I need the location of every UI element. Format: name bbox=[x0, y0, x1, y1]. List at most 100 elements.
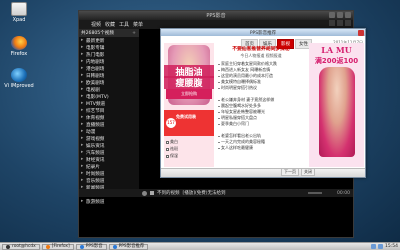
player-title: PPS影音 bbox=[206, 13, 226, 19]
ad-banner[interactable]: 157 免费试用装 bbox=[164, 110, 214, 136]
menu-item-tools[interactable]: 工具 bbox=[119, 21, 129, 28]
toolbar-button[interactable] bbox=[345, 20, 351, 26]
channel-item[interactable]: ▸ 电影专辑 bbox=[79, 44, 139, 51]
desktop-icon-xpad[interactable]: Xpad bbox=[2, 2, 36, 23]
ad-checkbox[interactable]: 祛斑 bbox=[166, 146, 178, 152]
ad-buy-button[interactable]: 立即抢购 bbox=[166, 89, 212, 99]
popup-titlebar[interactable]: PPS影音推荐 bbox=[161, 29, 365, 36]
taskbar: root@hcdx [Firefox] PPS影音 PPS影音推荐 15:54 bbox=[0, 242, 400, 250]
channel-label: 综艺节目 bbox=[86, 108, 105, 114]
menu-item-video[interactable]: 视频 bbox=[91, 21, 101, 28]
channel-label: MTV频道 bbox=[86, 101, 106, 107]
player-titlebar[interactable]: PPS影音 bbox=[79, 11, 353, 20]
channel-sidebar: 共26805个视频 + ▸ 最新更新 ▸ 电影专辑 ▸ 热门电影 ▸ 内地剧场 ▸ 港台剧场 ▸ 日韩… bbox=[79, 29, 139, 205]
terminal-icon bbox=[6, 244, 10, 249]
stop-button[interactable] bbox=[150, 191, 154, 195]
ad-left[interactable]: 抽脂油 瘦腰腹 立即抢购 157 免费试用装 美白 祛斑 保湿 bbox=[164, 43, 214, 167]
desktop-icon-vim[interactable]: Vi IMproved bbox=[2, 68, 36, 89]
channel-item[interactable]: ▸ 游戏视频 bbox=[79, 135, 139, 142]
now-playing-text: [播放](免费)无法给到 bbox=[182, 191, 226, 196]
close-button[interactable] bbox=[345, 12, 351, 18]
channel-label: 汽车频道 bbox=[86, 150, 105, 156]
news-item[interactable]: 女人这样吃最健康 bbox=[217, 145, 305, 151]
ad-checkbox-label: 保湿 bbox=[170, 153, 178, 158]
popup-footer bbox=[161, 168, 365, 177]
ad-badge: 157 bbox=[166, 118, 176, 128]
desktop-icon-firefox[interactable]: Firefox bbox=[2, 36, 36, 57]
channel-item[interactable]: ▸ 财经资讯 bbox=[79, 156, 139, 163]
checkbox-icon bbox=[166, 140, 169, 144]
popup-footer-buttons: 下一页 关闭 bbox=[281, 168, 315, 176]
channel-item[interactable]: ▸ MTV频道 bbox=[79, 100, 139, 107]
close-popup-button[interactable]: 关闭 bbox=[301, 168, 315, 176]
channel-item[interactable]: ▸ 日韩剧场 bbox=[79, 72, 139, 79]
ad-checkbox[interactable]: 美白 bbox=[166, 139, 178, 145]
menu-item-menu[interactable]: 菜单 bbox=[133, 21, 143, 28]
channel-item[interactable]: ▸ 欧美剧场 bbox=[79, 79, 139, 86]
channel-item[interactable]: ▸ 旅游频道 bbox=[79, 198, 139, 205]
network-icon[interactable] bbox=[371, 244, 377, 249]
news-item[interactable]: 夏季美白小窍门 bbox=[217, 121, 305, 127]
vim-icon bbox=[11, 68, 27, 82]
news-list: 老公嫌弃身材 妻子竟然这样做 晨起空腹喝水好处多多 年轻女星赴韩整容被曝光 明星私服穿… bbox=[217, 97, 305, 127]
channel-label: 电影专辑 bbox=[86, 45, 105, 51]
channel-item[interactable]: ▸ 热门电影 bbox=[79, 51, 139, 58]
ad-checkbox[interactable]: 保湿 bbox=[166, 153, 178, 159]
player-toolbar bbox=[329, 20, 351, 26]
channel-label: 娱乐资讯 bbox=[86, 143, 105, 149]
channel-label: 电视剧 bbox=[86, 87, 100, 93]
volume-icon[interactable] bbox=[378, 244, 384, 249]
channel-item[interactable]: ▸ 港台剧场 bbox=[79, 65, 139, 72]
play-button[interactable] bbox=[142, 190, 147, 196]
add-icon[interactable]: + bbox=[132, 31, 136, 36]
ad-checkbox-label: 祛斑 bbox=[170, 146, 178, 151]
taskbar-item-firefox[interactable]: [Firefox] bbox=[41, 243, 74, 250]
taskbar-item-pps[interactable]: PPS影音 bbox=[75, 243, 107, 250]
pps-icon bbox=[112, 244, 117, 249]
channel-item[interactable]: ▸ 最新更新 bbox=[79, 37, 139, 44]
taskbar-item-terminal[interactable]: root@hcdx bbox=[2, 243, 40, 250]
next-page-button[interactable]: 下一页 bbox=[281, 168, 299, 176]
channel-item[interactable]: ▸ 动漫 bbox=[79, 128, 139, 135]
playback-bar: 不到的视频 [播放](免费)无法给到 00:00 bbox=[139, 189, 353, 197]
channel-label: 欧美剧场 bbox=[86, 80, 105, 86]
volume-slider[interactable] bbox=[308, 192, 323, 194]
news-headline[interactable]: 不要仙客推营养胡同梦探秘 bbox=[217, 45, 305, 52]
news-subtitle: 今日人物报道 视频报道 bbox=[240, 53, 282, 58]
channel-label: 热门电影 bbox=[86, 52, 105, 58]
toolbar-button[interactable] bbox=[337, 20, 343, 26]
channel-item[interactable]: ▸ 体育视频 bbox=[79, 114, 139, 121]
channel-label: 直播频道 bbox=[86, 122, 105, 128]
channel-item[interactable]: ▸ 娱乐资讯 bbox=[79, 142, 139, 149]
taskbar-item-pps-recommend[interactable]: PPS影音推荐 bbox=[108, 243, 149, 250]
channel-label: 体育视频 bbox=[86, 115, 105, 121]
channel-item[interactable]: ▸ 纪录片 bbox=[79, 163, 139, 170]
news-list: 家庭主妇穿着女星同款价格大跌 梅西进入新女友 网曝新恋情 这里的演员用最小的成本打造… bbox=[217, 61, 305, 91]
ad-promo: 满200返100 bbox=[314, 57, 359, 65]
news-list: 老婆怎样看出老公出轨 一天之内完成的美容秘籍 女人这样吃最健康 bbox=[217, 133, 305, 151]
channel-label: 旅游频道 bbox=[86, 199, 105, 205]
checkbox-icon bbox=[166, 154, 169, 158]
ad-right[interactable]: LA MU 满200返100 bbox=[309, 43, 364, 167]
ad-banner-text: 免费试用装 bbox=[176, 114, 196, 119]
channel-item[interactable]: ▸ 内地剧场 bbox=[79, 58, 139, 65]
channel-item[interactable]: ▸ 电影(MTV) bbox=[79, 93, 139, 100]
ad-checkbox-label: 美白 bbox=[170, 139, 178, 144]
channel-label: 动漫 bbox=[86, 129, 96, 135]
channel-item[interactable]: ▸ 时尚频道 bbox=[79, 170, 139, 177]
channel-item[interactable]: ▸ 综艺节目 bbox=[79, 107, 139, 114]
channel-item[interactable]: ▸ 汽车频道 bbox=[79, 149, 139, 156]
menu-item-favorites[interactable]: 收藏 bbox=[105, 21, 115, 28]
news-item[interactable]: 时尚明星穿搭引热议 bbox=[217, 85, 305, 91]
popup-close-button[interactable] bbox=[358, 29, 364, 36]
channel-item[interactable]: ▸ 直播频道 bbox=[79, 121, 139, 128]
system-tray: 15:54 bbox=[371, 244, 400, 249]
time-display: 00:00 bbox=[337, 190, 350, 196]
minimize-button[interactable] bbox=[329, 12, 335, 18]
toolbar-button[interactable] bbox=[329, 20, 335, 26]
maximize-button[interactable] bbox=[337, 12, 343, 18]
channel-label: 时尚频道 bbox=[86, 171, 105, 177]
window-controls bbox=[329, 12, 351, 18]
channel-item[interactable]: ▸ 音乐频道 bbox=[79, 177, 139, 184]
channel-item[interactable]: ▸ 电视剧 bbox=[79, 86, 139, 93]
